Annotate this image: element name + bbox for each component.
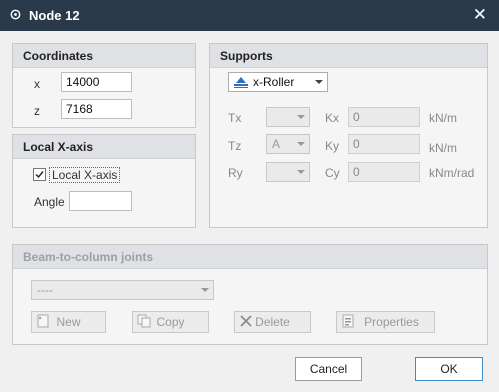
properties-icon xyxy=(342,314,354,328)
cy-label: Cy xyxy=(325,166,340,180)
app-icon xyxy=(10,9,21,20)
delete-icon xyxy=(240,315,252,327)
ry-dropdown[interactable] xyxy=(266,162,310,182)
coordinates-title: Coordinates xyxy=(13,44,195,68)
supports-title: Supports xyxy=(210,44,487,68)
supports-panel: Supports x-Roller Tx Kx kN/m Tz A Ky kN/… xyxy=(209,43,488,228)
chevron-down-icon xyxy=(297,115,305,119)
z-input[interactable] xyxy=(61,99,132,119)
chevron-down-icon xyxy=(315,80,323,84)
kx-input[interactable] xyxy=(348,107,420,127)
angle-label: Angle xyxy=(34,195,65,209)
title-bar: Node 12 ✕ xyxy=(0,0,499,31)
support-type-value: x-Roller xyxy=(253,75,295,89)
local-x-axis-checkbox-label[interactable]: Local X-axis xyxy=(49,167,121,183)
joint-select-dropdown[interactable]: ---- xyxy=(31,280,214,300)
close-icon[interactable]: ✕ xyxy=(473,5,487,25)
checkmark-icon xyxy=(35,171,44,179)
z-label: z xyxy=(34,104,40,118)
new-button[interactable]: New xyxy=(31,311,106,333)
delete-button[interactable]: Delete xyxy=(234,311,311,333)
window-title: Node 12 xyxy=(29,8,80,23)
tx-label: Tx xyxy=(228,111,242,125)
tz-dropdown[interactable]: A xyxy=(266,134,310,154)
cancel-button[interactable]: Cancel xyxy=(295,357,362,381)
coordinates-panel: Coordinates x z xyxy=(12,43,196,128)
ky-input[interactable] xyxy=(348,134,420,154)
local-x-axis-checkbox[interactable] xyxy=(33,168,46,181)
kx-unit: kN/m xyxy=(429,111,457,125)
ky-unit: kN/m xyxy=(429,141,457,155)
delete-button-label: Delete xyxy=(255,315,290,329)
new-button-label: New xyxy=(56,315,81,329)
ry-label: Ry xyxy=(228,166,243,180)
joint-select-value: ---- xyxy=(37,283,53,297)
copy-icon xyxy=(137,314,151,328)
local-x-axis-panel: Local X-axis Local X-axis Angle xyxy=(12,134,196,228)
ky-label: Ky xyxy=(325,139,340,153)
properties-button[interactable]: Properties xyxy=(336,311,435,333)
kx-label: Kx xyxy=(325,111,340,125)
support-type-dropdown[interactable]: x-Roller xyxy=(228,72,328,92)
local-x-axis-title: Local X-axis xyxy=(13,135,195,159)
x-input[interactable] xyxy=(61,72,132,92)
chevron-down-icon xyxy=(201,288,209,292)
roller-support-icon xyxy=(234,77,248,88)
chevron-down-icon xyxy=(297,170,305,174)
tz-label: Tz xyxy=(228,139,242,153)
beam-to-column-joints-panel: Beam-to-column joints ---- New Copy Dele… xyxy=(12,244,488,345)
copy-button[interactable]: Copy xyxy=(132,311,209,333)
properties-button-label: Properties xyxy=(364,315,419,329)
ok-button[interactable]: OK xyxy=(415,357,483,381)
copy-button-label: Copy xyxy=(156,315,185,329)
angle-input[interactable] xyxy=(69,191,132,211)
x-label: x xyxy=(34,77,40,91)
tx-dropdown[interactable] xyxy=(266,107,310,127)
joints-title: Beam-to-column joints xyxy=(13,245,487,269)
new-document-icon xyxy=(37,314,49,328)
cy-unit: kNm/rad xyxy=(429,166,475,180)
tz-value: A xyxy=(272,137,281,151)
cy-input[interactable] xyxy=(348,162,420,182)
chevron-down-icon xyxy=(297,142,305,146)
